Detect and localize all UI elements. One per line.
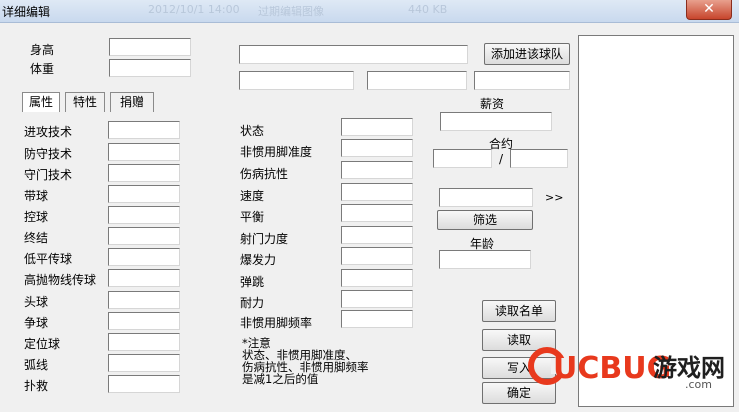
- skill-field[interactable]: [108, 143, 180, 161]
- skill-field[interactable]: [108, 291, 180, 309]
- attribute-label: 射门力度: [240, 232, 289, 246]
- team-field-2[interactable]: [367, 71, 467, 90]
- skill-field[interactable]: [108, 206, 180, 224]
- background-text: 440 KB: [408, 3, 448, 16]
- salary-field[interactable]: [440, 112, 552, 131]
- skill-label: 守门技术: [24, 168, 73, 182]
- skill-label: 控球: [24, 210, 49, 224]
- attribute-field[interactable]: [341, 310, 413, 328]
- attribute-label: 耐力: [240, 296, 265, 310]
- close-icon: ✕: [703, 1, 715, 17]
- attribute-field[interactable]: [341, 269, 413, 287]
- filter-button[interactable]: 筛选: [437, 210, 533, 230]
- attribute-label: 平衡: [240, 210, 265, 224]
- contract-start-field[interactable]: [433, 149, 492, 168]
- background-text: 过期编辑图像: [258, 5, 324, 18]
- attribute-label: 爆发力: [240, 253, 277, 267]
- skill-label: 扑救: [24, 379, 49, 393]
- close-button[interactable]: ✕: [686, 0, 732, 20]
- attribute-field[interactable]: [341, 204, 413, 222]
- contract-end-field[interactable]: [510, 149, 568, 168]
- attribute-field[interactable]: [341, 247, 413, 265]
- skill-field[interactable]: [108, 185, 180, 203]
- add-to-team-button[interactable]: 添加进该球队: [484, 43, 570, 65]
- attribute-label: 状态: [240, 124, 265, 138]
- watermark-domain: .com: [685, 378, 712, 389]
- team-name-field[interactable]: [239, 45, 468, 64]
- skill-field[interactable]: [108, 312, 180, 330]
- skill-field[interactable]: [108, 164, 180, 182]
- skill-label: 定位球: [24, 337, 61, 351]
- attribute-field[interactable]: [341, 226, 413, 244]
- weight-field[interactable]: [109, 59, 191, 77]
- skill-label: 高抛物线传球: [24, 273, 97, 287]
- team-field-1[interactable]: [239, 71, 354, 90]
- ucbug-watermark: UCBUG 游戏网 .com: [528, 347, 725, 389]
- skill-label: 防守技术: [24, 147, 73, 161]
- skill-label: 争球: [24, 316, 49, 330]
- skill-field[interactable]: [108, 269, 180, 287]
- attribute-field[interactable]: [341, 139, 413, 157]
- height-label: 身高: [30, 43, 55, 57]
- attribute-label: 非惯用脚准度: [240, 145, 313, 159]
- filter-field[interactable]: [439, 188, 533, 207]
- tab-attributes[interactable]: 属性: [22, 92, 60, 112]
- background-text: 2012/10/1 14:00: [148, 3, 240, 16]
- note-text: *注意 状态、非惯用脚准度、 伤病抗性、非惯用脚频率 是减1之后的值: [242, 337, 369, 385]
- skill-field[interactable]: [108, 333, 180, 351]
- skill-label: 终结: [24, 231, 49, 245]
- skill-label: 带球: [24, 189, 49, 203]
- age-field[interactable]: [439, 250, 531, 269]
- skill-label: 低平传球: [24, 252, 73, 266]
- skill-label: 进攻技术: [24, 125, 73, 139]
- attribute-field[interactable]: [341, 183, 413, 201]
- skill-field[interactable]: [108, 375, 180, 393]
- attribute-field[interactable]: [341, 118, 413, 136]
- attribute-field[interactable]: [341, 161, 413, 179]
- salary-label: 薪资: [480, 97, 505, 111]
- skill-label: 弧线: [24, 358, 49, 372]
- team-field-3[interactable]: [474, 71, 570, 90]
- skill-field[interactable]: [108, 121, 180, 139]
- skill-field[interactable]: [108, 248, 180, 266]
- attribute-label: 速度: [240, 189, 265, 203]
- skill-field[interactable]: [108, 354, 180, 372]
- attribute-label: 伤病抗性: [240, 167, 289, 181]
- arrow-icon[interactable]: >>: [545, 191, 563, 204]
- tab-traits[interactable]: 特性: [65, 92, 105, 112]
- weight-label: 体重: [30, 62, 55, 76]
- attribute-label: 弹跳: [240, 275, 265, 289]
- attribute-label: 非惯用脚频率: [240, 316, 313, 330]
- note-line: 是减1之后的值: [242, 372, 319, 386]
- attribute-field[interactable]: [341, 290, 413, 308]
- contract-separator: /: [499, 152, 504, 166]
- title-bar: 详细编辑 2012/10/1 14:00 过期编辑图像 440 KB ✕: [0, 0, 739, 23]
- tab-donation[interactable]: 捐赠: [110, 92, 154, 112]
- window-title: 详细编辑: [2, 5, 51, 19]
- height-field[interactable]: [109, 38, 191, 56]
- read-list-button[interactable]: 读取名单: [482, 300, 556, 322]
- skill-field[interactable]: [108, 227, 180, 245]
- skill-label: 头球: [24, 295, 49, 309]
